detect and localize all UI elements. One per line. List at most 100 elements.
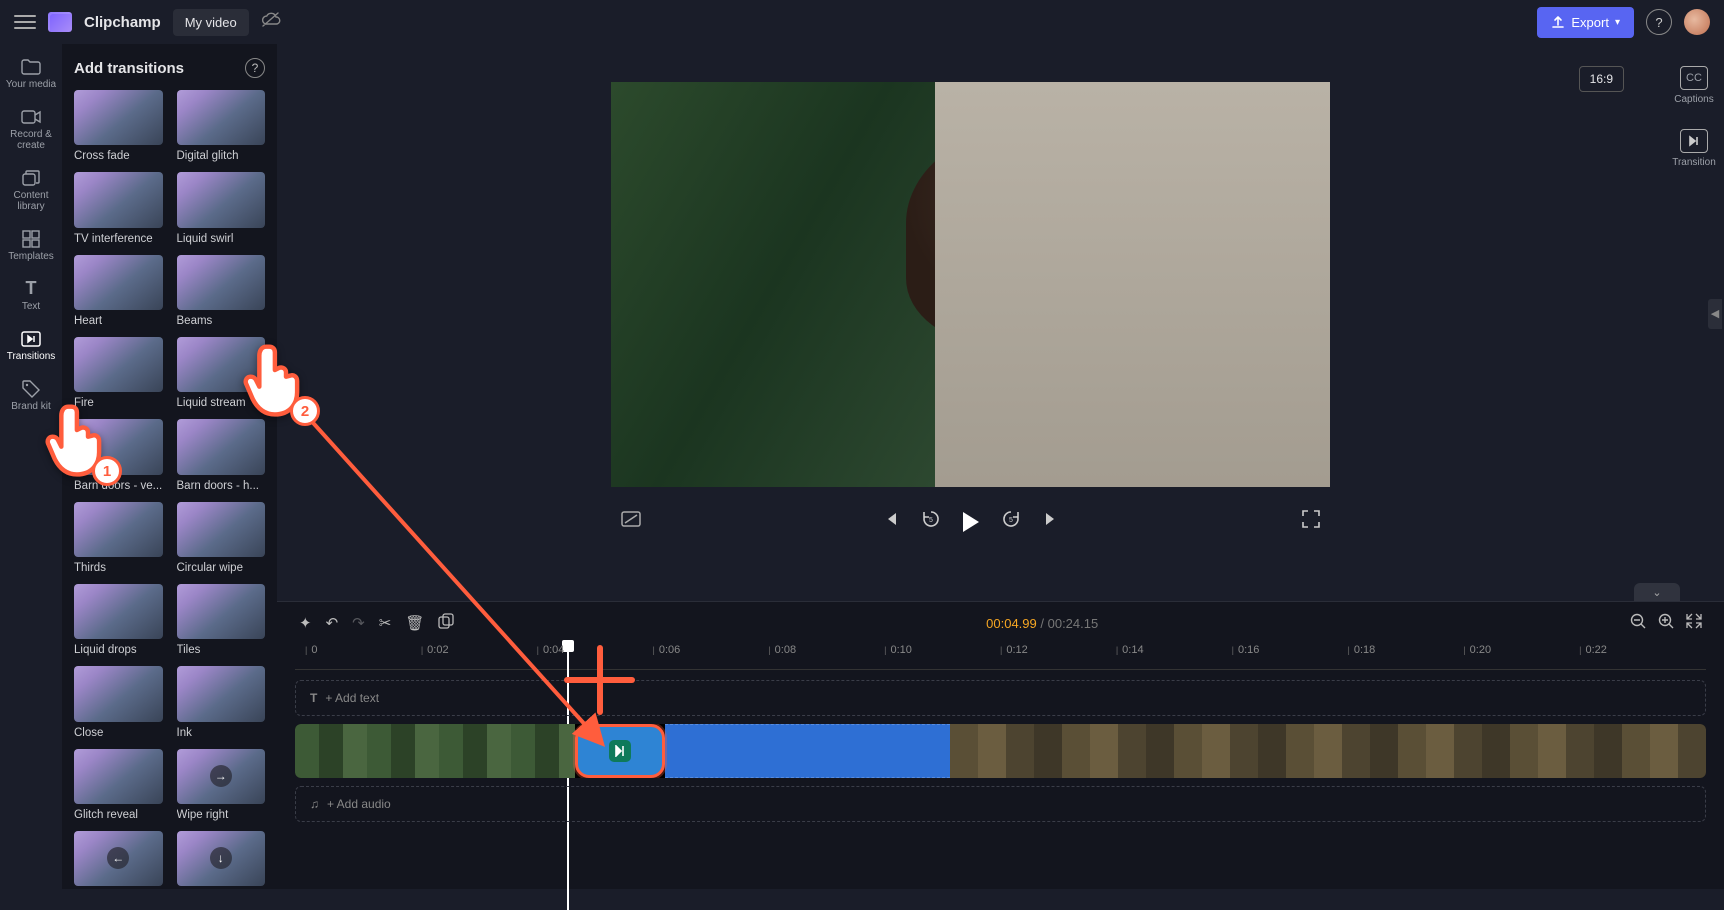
transition-card[interactable]: TV interference bbox=[74, 172, 163, 244]
timeline-time-display: 00:04.99 / 00:24.15 bbox=[468, 616, 1616, 631]
transition-card[interactable]: Liquid drops bbox=[74, 584, 163, 656]
video-clip-2[interactable] bbox=[665, 724, 950, 778]
text-icon: T bbox=[21, 280, 41, 298]
crop-icon[interactable] bbox=[621, 511, 641, 532]
transition-card[interactable]: Fire bbox=[74, 337, 163, 409]
transition-card[interactable]: ↓Wipe down bbox=[177, 831, 266, 889]
transition-card[interactable]: Tiles bbox=[177, 584, 266, 656]
user-avatar[interactable] bbox=[1684, 9, 1710, 35]
transition-label: Glitch reveal bbox=[74, 809, 163, 821]
ruler-tick: 0:06 bbox=[653, 644, 681, 656]
play-button[interactable] bbox=[963, 512, 979, 532]
skip-forward-icon[interactable] bbox=[1043, 511, 1059, 532]
transition-card[interactable]: Glitch reveal bbox=[74, 749, 163, 821]
player-controls: 5 5 bbox=[611, 487, 1330, 556]
transition-label: Liquid drops bbox=[74, 644, 163, 656]
transition-label: Heart bbox=[74, 315, 163, 327]
transition-card[interactable]: Circular wipe bbox=[177, 502, 266, 574]
transition-card[interactable]: Close bbox=[74, 666, 163, 738]
timeline-toolbar: ✦ ↶ ↷ ✂ 🗑 00:04.99 / 00:24.15 bbox=[277, 602, 1724, 644]
transition-card[interactable]: Liquid swirl bbox=[177, 172, 266, 244]
rail-record-create[interactable]: Record & create bbox=[0, 100, 62, 159]
arrow-icon: ↓ bbox=[210, 847, 232, 869]
export-button[interactable]: Export ▾ bbox=[1537, 7, 1634, 38]
transition-card[interactable]: Ink bbox=[177, 666, 266, 738]
ruler-tick: 0:16 bbox=[1232, 644, 1260, 656]
rewind-5-icon[interactable]: 5 bbox=[921, 509, 941, 534]
transition-card[interactable]: Barn doors - h... bbox=[177, 419, 266, 491]
transition-label: Beams bbox=[177, 315, 266, 327]
audio-track-placeholder[interactable]: ♫ + Add audio bbox=[295, 786, 1706, 822]
hamburger-menu-icon[interactable] bbox=[14, 11, 36, 33]
rail-content-library[interactable]: Content library bbox=[0, 161, 62, 220]
transition-card[interactable]: Beams bbox=[177, 255, 266, 327]
video-track[interactable] bbox=[295, 724, 1706, 778]
transition-thumbnail bbox=[74, 749, 163, 804]
transition-properties-button[interactable]: Transition bbox=[1672, 123, 1716, 174]
transition-thumbnail: ← bbox=[74, 831, 163, 886]
transition-thumbnail bbox=[177, 255, 266, 310]
transition-card[interactable]: Heart bbox=[74, 255, 163, 327]
captions-icon: CC bbox=[1680, 66, 1708, 90]
transition-card[interactable]: Digital glitch bbox=[177, 90, 266, 162]
undo-icon[interactable]: ↶ bbox=[326, 614, 339, 632]
rail-text[interactable]: T Text bbox=[0, 272, 62, 320]
transition-card[interactable]: Cross fade bbox=[74, 90, 163, 162]
delete-icon[interactable]: 🗑 bbox=[405, 614, 424, 632]
transition-card[interactable]: ←Wipe left bbox=[74, 831, 163, 889]
panel-help-icon[interactable]: ? bbox=[245, 58, 265, 78]
forward-5-icon[interactable]: 5 bbox=[1001, 509, 1021, 534]
transition-label: Liquid swirl bbox=[177, 233, 266, 245]
text-track-placeholder[interactable]: T + Add text bbox=[295, 680, 1706, 716]
split-icon[interactable]: ✂ bbox=[379, 614, 392, 632]
rail-your-media[interactable]: Your media bbox=[0, 50, 62, 98]
transition-label: Ink bbox=[177, 727, 266, 739]
transition-thumbnail bbox=[177, 419, 266, 474]
magic-icon[interactable]: ✦ bbox=[299, 614, 312, 632]
zoom-in-icon[interactable] bbox=[1658, 613, 1674, 633]
center-column: 16:9 5 5 CC Capt bbox=[277, 44, 1724, 889]
transition-thumbnail bbox=[74, 172, 163, 227]
transition-label: TV interference bbox=[74, 233, 163, 245]
skip-back-icon[interactable] bbox=[883, 511, 899, 532]
rail-transitions[interactable]: Transitions bbox=[0, 322, 62, 370]
video-clip-1[interactable] bbox=[295, 724, 575, 778]
transition-card[interactable]: Barn doors - ve... bbox=[74, 419, 163, 491]
transition-thumbnail bbox=[177, 172, 266, 227]
transition-thumbnail bbox=[177, 666, 266, 721]
clipchamp-logo-icon bbox=[48, 12, 72, 32]
transition-clip[interactable] bbox=[575, 724, 665, 778]
rail-brand-kit[interactable]: Brand kit bbox=[0, 372, 62, 420]
transition-label: Cross fade bbox=[74, 150, 163, 162]
transition-icon bbox=[1680, 129, 1708, 153]
aspect-ratio-button[interactable]: 16:9 bbox=[1579, 66, 1624, 92]
transition-thumbnail: → bbox=[177, 749, 266, 804]
video-name-button[interactable]: My video bbox=[173, 9, 249, 36]
transition-label: Liquid stream bbox=[177, 397, 266, 409]
ruler-tick: 0:08 bbox=[768, 644, 796, 656]
timeline-ruler[interactable]: 00:020:040:060:080:100:120:140:160:180:2… bbox=[295, 644, 1706, 670]
rail-label: Templates bbox=[8, 251, 54, 262]
video-clip-3[interactable] bbox=[950, 724, 1706, 778]
add-text-label: + Add text bbox=[325, 691, 379, 705]
camera-icon bbox=[21, 108, 41, 126]
arrow-icon: ← bbox=[107, 847, 129, 869]
transition-card[interactable]: Thirds bbox=[74, 502, 163, 574]
duplicate-icon[interactable] bbox=[438, 613, 454, 633]
right-panel-toggle[interactable]: ◀ bbox=[1708, 299, 1722, 329]
help-button[interactable]: ? bbox=[1646, 9, 1672, 35]
redo-icon[interactable]: ↷ bbox=[352, 614, 365, 632]
rail-templates[interactable]: Templates bbox=[0, 222, 62, 270]
transition-card[interactable]: →Wipe right bbox=[177, 749, 266, 821]
ruler-tick: 0:22 bbox=[1579, 644, 1607, 656]
zoom-fit-icon[interactable] bbox=[1686, 613, 1702, 633]
fullscreen-icon[interactable] bbox=[1302, 510, 1320, 533]
captions-button[interactable]: CC Captions bbox=[1674, 60, 1713, 111]
cloud-sync-icon[interactable] bbox=[261, 12, 281, 33]
timeline-collapse-toggle[interactable]: ⌄ bbox=[1634, 583, 1680, 601]
transitions-panel: Add transitions ? Cross fadeDigital glit… bbox=[62, 44, 277, 889]
transition-card[interactable]: Liquid stream bbox=[177, 337, 266, 409]
library-icon bbox=[21, 169, 41, 187]
video-preview[interactable] bbox=[611, 82, 1330, 487]
zoom-out-icon[interactable] bbox=[1630, 613, 1646, 633]
